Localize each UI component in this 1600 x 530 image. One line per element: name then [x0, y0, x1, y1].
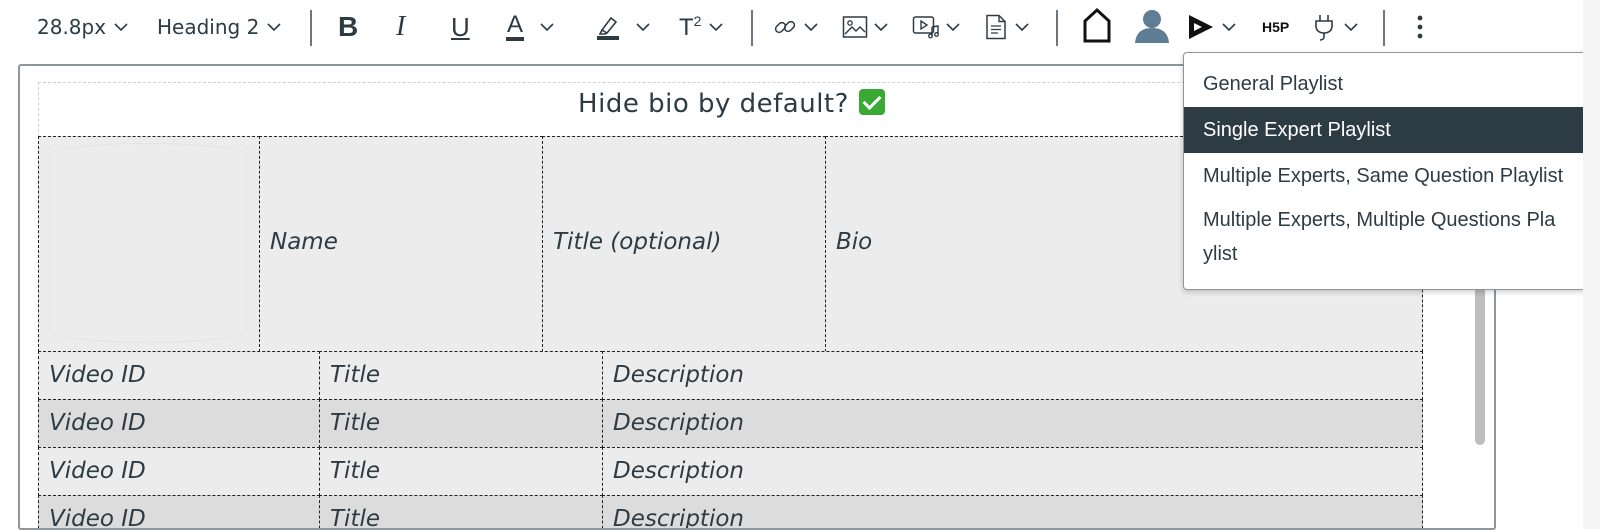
- chevron-down-icon[interactable]: [1015, 22, 1029, 32]
- heading-text: Hide bio by default?: [578, 89, 849, 119]
- document-icon: [986, 14, 1006, 40]
- table-row-title[interactable]: Title: [319, 399, 603, 448]
- chevron-down-icon: [114, 23, 128, 32]
- table-row-title[interactable]: Title: [319, 351, 603, 400]
- video-title-cell: Title: [330, 410, 380, 436]
- menu-item-multiple-experts-same-question[interactable]: Multiple Experts, Same Question Playlist: [1184, 157, 1587, 195]
- media-icon: [912, 16, 939, 39]
- editor-toolbar: 28.8px Heading 2 B I U A T2 H5P: [0, 0, 1600, 56]
- user-icon: [1135, 10, 1169, 43]
- h5p-button[interactable]: H5P: [1262, 7, 1289, 47]
- table-row-description[interactable]: Description: [602, 351, 1423, 400]
- font-size-dropdown[interactable]: 28.8px: [37, 7, 128, 47]
- menu-item-label: Single Expert Playlist: [1203, 119, 1391, 141]
- highlight-color-button[interactable]: [596, 7, 650, 47]
- profile-title-cell[interactable]: Title (optional): [542, 136, 826, 352]
- table-row-description[interactable]: Description: [602, 399, 1423, 448]
- video-id-cell: Video ID: [49, 362, 146, 388]
- video-title-cell: Title: [330, 362, 380, 388]
- table-row-description[interactable]: Description: [602, 447, 1423, 496]
- h5p-icon: H5P: [1262, 19, 1290, 35]
- text-color-icon: A: [506, 13, 525, 41]
- chevron-down-icon[interactable]: [946, 22, 960, 32]
- superscript-icon: T2: [679, 13, 701, 42]
- italic-icon: I: [396, 11, 406, 42]
- playlist-menu: General Playlist Single Expert Playlist …: [1183, 52, 1588, 290]
- video-id-cell: Video ID: [49, 506, 146, 530]
- video-description-cell: Description: [613, 458, 744, 484]
- media-button[interactable]: [912, 7, 960, 47]
- text-color-button[interactable]: A: [506, 7, 554, 47]
- menu-item-label: General Playlist: [1203, 73, 1344, 95]
- block-format-value: Heading 2: [157, 15, 260, 39]
- chevron-down-icon[interactable]: [709, 22, 724, 32]
- link-icon: [774, 20, 796, 34]
- superscript-button[interactable]: T2: [679, 7, 724, 47]
- profile-title: Title (optional): [553, 229, 722, 255]
- video-title-cell: Title: [330, 506, 380, 530]
- chevron-down-icon: [1222, 23, 1236, 32]
- more-vertical-icon: [1417, 15, 1423, 39]
- chevron-down-icon: [1344, 23, 1358, 32]
- playlist-tool-dropdown[interactable]: [1186, 7, 1236, 47]
- user-tool-button[interactable]: [1133, 5, 1171, 45]
- underline-icon: U: [451, 11, 470, 42]
- toolbar-divider: [310, 10, 312, 46]
- menu-item-multiple-experts-multiple-questions[interactable]: Multiple Experts, Multiple Questions Pla…: [1184, 203, 1587, 279]
- chevron-down-icon[interactable]: [804, 22, 818, 32]
- bold-button[interactable]: B: [338, 7, 358, 47]
- menu-item-label-wrap: ylist: [1203, 243, 1238, 265]
- video-id-cell: Video ID: [49, 458, 146, 484]
- table-row-video-id[interactable]: Video ID: [38, 351, 320, 400]
- home-tool-button[interactable]: [1082, 5, 1112, 45]
- profile-name-cell[interactable]: Name: [259, 136, 543, 352]
- chevron-down-icon[interactable]: [540, 22, 554, 32]
- toolbar-divider: [1383, 10, 1385, 46]
- table-row-title[interactable]: Title: [319, 447, 603, 496]
- chevron-down-icon[interactable]: [874, 22, 888, 32]
- table-row-video-id[interactable]: Video ID: [38, 447, 320, 496]
- chevron-down-icon: [267, 23, 281, 32]
- playlist-icon: [1189, 15, 1213, 39]
- table-row-description[interactable]: Description: [602, 495, 1423, 530]
- house-icon: [1083, 7, 1111, 43]
- video-description-cell: Description: [613, 506, 744, 530]
- menu-item-label: Multiple Experts, Same Question Playlist: [1203, 165, 1564, 187]
- italic-button[interactable]: I: [396, 7, 405, 47]
- superscript-mark: 2: [693, 12, 702, 29]
- image-button[interactable]: [842, 7, 888, 47]
- table-row-title[interactable]: Title: [319, 495, 603, 530]
- image-icon: [842, 16, 868, 38]
- link-button[interactable]: [772, 7, 818, 47]
- toolbar-divider: [751, 10, 753, 46]
- video-id-cell: Video ID: [49, 410, 146, 436]
- font-size-value: 28.8px: [37, 15, 107, 39]
- menu-item-label: Multiple Experts, Multiple Questions Pla: [1203, 209, 1556, 231]
- profile-bio: Bio: [836, 229, 873, 255]
- profile-name: Name: [270, 229, 338, 255]
- plugin-tool-dropdown[interactable]: [1312, 7, 1358, 47]
- document-button[interactable]: [985, 7, 1029, 47]
- underline-button[interactable]: U: [451, 7, 470, 47]
- menu-item-general-playlist[interactable]: General Playlist: [1184, 65, 1587, 103]
- bold-icon: B: [338, 11, 359, 42]
- toolbar-divider: [1056, 10, 1058, 46]
- profile-image-cell[interactable]: [38, 136, 260, 352]
- video-description-cell: Description: [613, 362, 744, 388]
- table-row-video-id[interactable]: Video ID: [38, 495, 320, 530]
- avatar: [49, 143, 247, 343]
- table-row-video-id[interactable]: Video ID: [38, 399, 320, 448]
- plug-icon: [1315, 15, 1333, 41]
- window-edge: [1583, 0, 1600, 529]
- highlighter-icon: [597, 16, 619, 40]
- editor-scrollbar[interactable]: [1475, 270, 1485, 445]
- superscript-base: T: [679, 13, 694, 41]
- more-options-button[interactable]: [1415, 7, 1425, 47]
- checkmark-icon: [858, 89, 885, 115]
- chevron-down-icon[interactable]: [636, 22, 650, 32]
- video-title-cell: Title: [330, 458, 380, 484]
- block-format-dropdown[interactable]: Heading 2: [157, 7, 281, 47]
- video-description-cell: Description: [613, 410, 744, 436]
- menu-item-single-expert-playlist[interactable]: Single Expert Playlist: [1184, 107, 1587, 153]
